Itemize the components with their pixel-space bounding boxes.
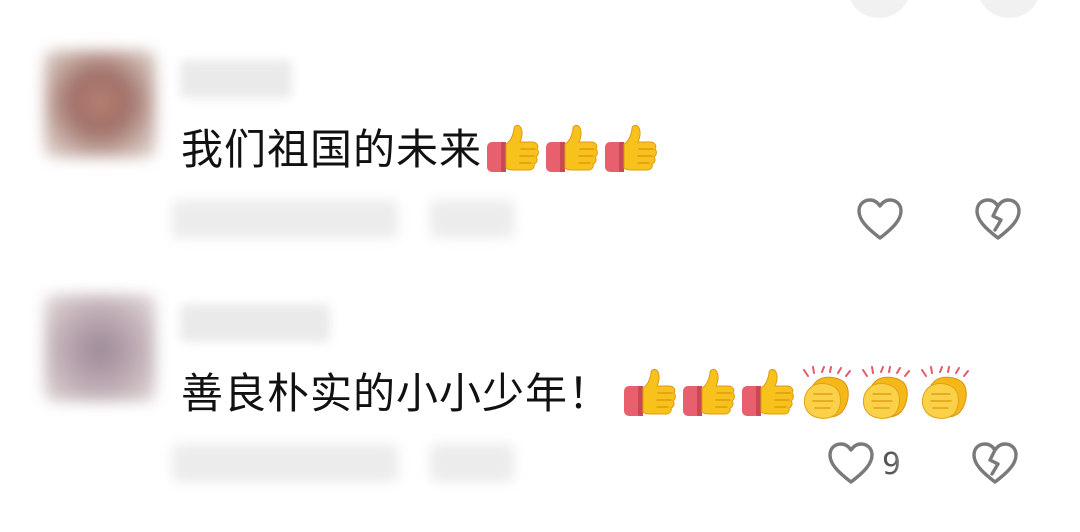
top-cropped-button-right bbox=[978, 0, 1040, 18]
thumbs-up-icon bbox=[484, 122, 542, 178]
username-blurred[interactable] bbox=[180, 60, 292, 98]
thumbs-up-icon bbox=[621, 366, 679, 422]
emoji-group bbox=[621, 366, 975, 422]
broken-heart-icon[interactable] bbox=[973, 196, 1023, 242]
comment-date-blurred bbox=[172, 200, 398, 238]
like-count-mask bbox=[900, 442, 940, 486]
thumbs-up-icon bbox=[543, 122, 601, 178]
comment-item: 我们祖国的未来 bbox=[0, 48, 1080, 288]
clapping-hands-icon bbox=[798, 366, 856, 422]
thumbs-up-icon bbox=[602, 122, 660, 178]
broken-heart-icon[interactable] bbox=[970, 440, 1020, 486]
comment-item: 善良朴实的小小少年！ 9 bbox=[0, 292, 1080, 532]
emoji-group bbox=[484, 122, 661, 178]
comment-date-blurred bbox=[172, 444, 398, 482]
comment-body: 我们祖国的未来 bbox=[181, 120, 661, 180]
top-cropped-button-left bbox=[848, 0, 910, 18]
thumbs-up-icon bbox=[680, 366, 738, 422]
heart-icon[interactable] bbox=[855, 196, 905, 242]
clapping-hands-icon bbox=[916, 366, 974, 422]
avatar[interactable] bbox=[44, 50, 156, 158]
like-count: 9 bbox=[882, 447, 902, 482]
reply-button-blurred[interactable] bbox=[430, 444, 514, 482]
comment-body: 善良朴实的小小少年！ bbox=[181, 364, 975, 424]
comment-text: 我们祖国的未来 bbox=[181, 125, 483, 174]
username-blurred[interactable] bbox=[180, 304, 330, 342]
avatar[interactable] bbox=[44, 294, 156, 402]
thumbs-up-icon bbox=[739, 366, 797, 422]
reply-button-blurred[interactable] bbox=[430, 200, 514, 238]
clapping-hands-icon bbox=[857, 366, 915, 422]
comment-text: 善良朴实的小小少年！ bbox=[181, 369, 612, 418]
heart-icon[interactable] bbox=[826, 440, 876, 486]
